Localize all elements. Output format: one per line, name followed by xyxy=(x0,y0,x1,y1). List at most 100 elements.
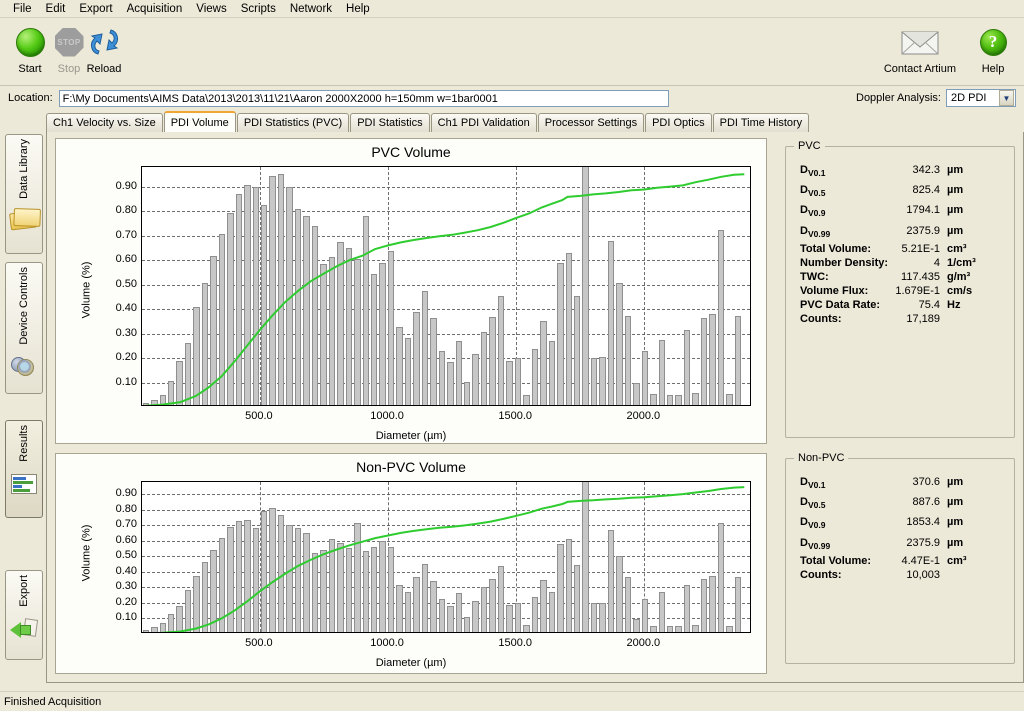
stat-unit: Hz xyxy=(947,298,961,311)
sidebar-item-export[interactable]: Export xyxy=(5,570,43,660)
stat-value: 1794.1 xyxy=(906,204,940,217)
stat-unit: µm xyxy=(947,204,964,217)
cumulative-volume-curve xyxy=(145,173,745,405)
sidebar-item-results[interactable]: Results xyxy=(5,420,43,518)
y-axis-tick-label: 0.20 xyxy=(115,595,137,608)
stat-label: Total Volume: xyxy=(800,554,872,567)
help-button-label: Help xyxy=(981,63,1005,75)
doppler-analysis-label: Doppler Analysis: xyxy=(856,92,941,104)
sidebar: Data Library Device Controls Results Exp… xyxy=(0,132,46,683)
doppler-analysis-value: 2D PDI xyxy=(951,92,987,104)
stat-label: DV0.99 xyxy=(800,224,831,239)
status-bar: Finished Acquisition xyxy=(0,691,1024,711)
y-axis-tick-label: 0.40 xyxy=(115,302,137,315)
menu-item-edit[interactable]: Edit xyxy=(39,1,73,17)
stat-label: DV0.1 xyxy=(800,164,826,179)
envelope-icon xyxy=(884,22,956,62)
stat-unit: µm xyxy=(947,224,964,237)
stat-row: DV0.9 1794.1 µm xyxy=(786,201,1014,221)
stat-unit: g/m³ xyxy=(947,270,971,283)
help-question-icon: ? xyxy=(974,22,1012,62)
tab-pdi-volume[interactable]: PDI Volume xyxy=(163,111,236,132)
x-axis-tick-label: 1000.0 xyxy=(370,637,404,649)
stat-label: DV0.9 xyxy=(800,516,826,531)
contact-artium-label: Contact Artium xyxy=(883,63,956,75)
stat-unit: µm xyxy=(947,164,964,176)
sidebar-item-label: Results xyxy=(18,425,30,462)
tab-ch1-velocity-vs-size[interactable]: Ch1 Velocity vs. Size xyxy=(46,113,163,132)
menu-item-export[interactable]: Export xyxy=(72,1,119,17)
nonpvc-stats-panel: Non-PVC DV0.1 370.6 µm DV0.5 887.6 µm DV0.9 185… xyxy=(785,452,1015,664)
y-axis-tick-label: 0.80 xyxy=(115,204,137,217)
chevron-down-icon[interactable]: ▼ xyxy=(999,90,1014,106)
menu-item-views[interactable]: Views xyxy=(189,1,233,17)
y-axis-tick-label: 0.90 xyxy=(115,487,137,500)
pvc-chart-title: PVC Volume xyxy=(371,144,451,160)
stat-row: Total Volume: 4.47E-1 cm³ xyxy=(786,554,1014,568)
stat-label: DV0.1 xyxy=(800,476,826,491)
sidebar-item-label: Data Library xyxy=(18,139,30,199)
stat-row: TWC: 117.435 g/m³ xyxy=(786,270,1014,284)
stat-value: 17,189 xyxy=(906,312,940,325)
stat-row: PVC Data Rate: 75.4 Hz xyxy=(786,298,1014,312)
plot-canvas xyxy=(141,166,751,406)
stat-label: DV0.5 xyxy=(800,184,826,199)
stat-label: Counts: xyxy=(800,568,842,581)
x-axis-tick-label: 500.0 xyxy=(245,410,273,422)
pvc-stats-panel: PVC DV0.1 342.3 µm DV0.5 825.4 µm DV0.9 1794.1 µ… xyxy=(785,140,1015,438)
plot-canvas xyxy=(141,481,751,633)
stat-unit: µm xyxy=(947,476,964,488)
pvc-stats-rows: DV0.1 342.3 µm DV0.5 825.4 µm DV0.9 1794.1 µm DV0… xyxy=(786,147,1014,326)
tab-pdi-time-history[interactable]: PDI Time History xyxy=(712,113,810,132)
sidebar-item-device-controls[interactable]: Device Controls xyxy=(5,262,43,394)
y-axis-tick-label: 0.30 xyxy=(115,326,137,339)
tab-ch1-pdi-validation[interactable]: Ch1 PDI Validation xyxy=(430,113,537,132)
stat-value: 342.3 xyxy=(912,164,940,176)
menu-item-file[interactable]: File xyxy=(6,1,39,17)
tab-pdi-statistics[interactable]: PDI Statistics xyxy=(350,113,430,132)
gear-magnifier-icon xyxy=(8,352,40,382)
work-area: Data Library Device Controls Results Exp… xyxy=(0,132,1024,683)
stat-value: 2375.9 xyxy=(906,224,940,237)
stat-label: DV0.99 xyxy=(800,536,831,551)
contact-artium-button[interactable]: Contact Artium xyxy=(880,22,960,75)
menu-item-scripts[interactable]: Scripts xyxy=(234,1,283,17)
tab-pdi-optics[interactable]: PDI Optics xyxy=(645,113,712,132)
menu-item-help[interactable]: Help xyxy=(339,1,377,17)
x-axis-label: Diameter (µm) xyxy=(375,430,447,442)
nonpvc-chart-title: Non-PVC Volume xyxy=(356,459,466,475)
stat-unit: cm³ xyxy=(947,554,967,567)
toolbar: Start STOP Stop Reload Contact Artium ? … xyxy=(0,18,1024,86)
pvc-stats-title: PVC xyxy=(794,140,825,152)
nonpvc-plot-area: Volume (%) 0.10 0.20 0.30 0.40 0.50 0.60 0.70 0… xyxy=(56,475,766,669)
menu-item-acquisition[interactable]: Acquisition xyxy=(120,1,190,17)
tab-processor-settings[interactable]: Processor Settings xyxy=(537,113,645,132)
location-input[interactable]: F:\My Documents\AIMS Data\2013\2013\11\2… xyxy=(58,89,669,107)
doppler-analysis-select[interactable]: 2D PDI ▼ xyxy=(946,89,1016,107)
stat-row: DV0.1 342.3 µm xyxy=(786,161,1014,181)
nonpvc-volume-chart: Non-PVC Volume Volume (%) 0.10 0.20 0.30 0.… xyxy=(55,453,767,674)
stat-unit: µm xyxy=(947,516,964,529)
stat-row: DV0.99 2375.9 µm xyxy=(786,534,1014,554)
menu-item-network[interactable]: Network xyxy=(283,1,339,17)
help-button[interactable]: ? Help xyxy=(970,22,1016,75)
sidebar-item-data-library[interactable]: Data Library xyxy=(5,134,43,254)
x-axis-tick-label: 2000.0 xyxy=(626,637,661,649)
tab-pdi-statistics-pvc[interactable]: PDI Statistics (PVC) xyxy=(236,113,350,132)
reload-button[interactable]: Reload xyxy=(78,22,130,75)
stat-value: 75.4 xyxy=(918,298,940,311)
stat-row: Counts: 10,003 xyxy=(786,568,1014,582)
nonpvc-stats-title: Non-PVC xyxy=(794,452,849,464)
y-axis-tick-label: 0.40 xyxy=(115,564,137,577)
reload-arrows-icon xyxy=(78,22,130,62)
y-axis-tick-label: 0.10 xyxy=(115,611,137,624)
reload-button-label: Reload xyxy=(86,63,122,75)
folder-icon xyxy=(8,206,40,236)
stat-label: Counts: xyxy=(800,312,842,325)
y-axis-tick-label: 0.80 xyxy=(115,502,137,515)
y-axis-tick-label: 0.60 xyxy=(115,253,137,266)
nonpvc-y-axis-label: Volume (%) xyxy=(80,524,93,582)
stat-label: DV0.9 xyxy=(800,204,826,219)
stat-value: 117.435 xyxy=(901,270,940,283)
stat-unit: cm³ xyxy=(947,242,967,255)
